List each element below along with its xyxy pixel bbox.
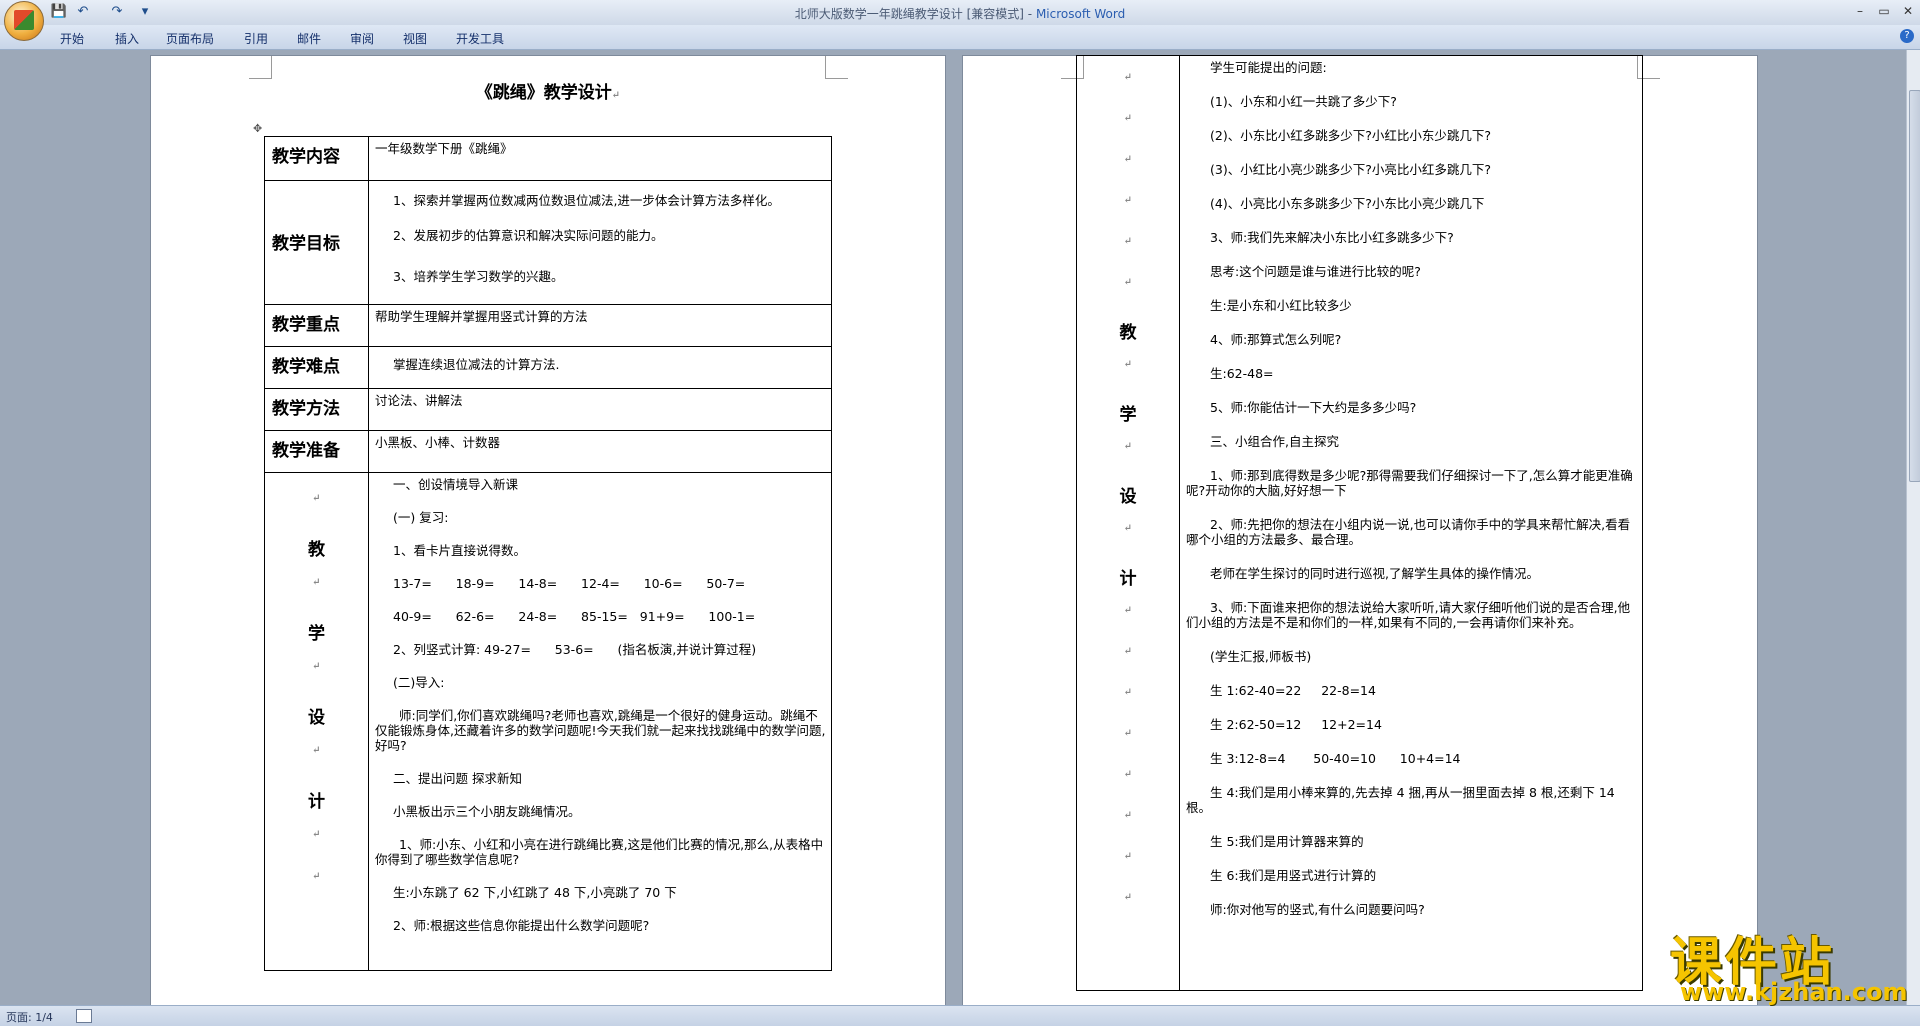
tab-home[interactable]: 开始: [60, 30, 84, 47]
document-page-2[interactable]: ↵ ↵ ↵ ↵ ↵ ↵ 教 ↵ 学 ↵ 设 ↵ 计 ↵ ↵ ↵ ↵ ↵ ↵ ↵ …: [963, 55, 1757, 1005]
margin-corner: [249, 56, 272, 79]
tab-references[interactable]: 引用: [244, 30, 268, 47]
table-row: 教学准备 小黑板、小棒、计数器: [264, 430, 832, 473]
proofing-status-icon[interactable]: [76, 1009, 92, 1023]
tab-review[interactable]: 审阅: [350, 30, 374, 47]
table-row: 教学重点 帮助学生理解并掌握用竖式计算的方法: [264, 304, 832, 347]
help-icon[interactable]: ?: [1900, 29, 1914, 43]
row-content: 1、探索并掌握两位数减两位数退位减法,进一步体会计算方法多样化。 2、发展初步的…: [368, 180, 832, 305]
table-row: 教学内容 一年级数学下册《跳绳》: [264, 136, 832, 181]
tab-mailings[interactable]: 邮件: [297, 30, 321, 47]
design-label: ↵ 教 ↵ 学 ↵ 设 ↵ 计 ↵ ↵: [264, 472, 369, 971]
lesson-plan-table: 教学内容 一年级数学下册《跳绳》 教学目标 1、探索并掌握两位数减两位数退位减法…: [264, 136, 832, 971]
title-bar: 💾 ↶ ↷ ▾ 北师大版数学一年跳绳教学设计 [兼容模式] - Microsof…: [0, 0, 1920, 41]
close-button[interactable]: ✕: [1896, 2, 1920, 20]
row-label: 教学难点: [264, 346, 369, 389]
design-content: 学生可能提出的问题: (1)、小东和小红一共跳了多少下? (2)、小东比小红多跳…: [1179, 55, 1643, 991]
ribbon-tabs: 开始 插入 页面布局 引用 邮件 审阅 视图 开发工具 ?: [0, 25, 1920, 50]
vertical-scrollbar[interactable]: [1906, 50, 1920, 1005]
maximize-button[interactable]: ▭: [1872, 2, 1896, 20]
table-row: 教学方法 讨论法、讲解法: [264, 388, 832, 431]
status-bar: 页面: 1/4: [0, 1005, 1920, 1026]
watermark-logo: 课件站 www.kjzhan.com: [1670, 933, 1908, 1006]
table-move-handle-icon[interactable]: ✥: [253, 122, 262, 135]
margin-corner: [825, 56, 848, 79]
row-label: 教学重点: [264, 304, 369, 347]
document-workspace[interactable]: 《跳绳》教学设计↵ ✥ 教学内容 一年级数学下册《跳绳》 教学目标 1、探索并掌…: [0, 50, 1906, 1005]
document-title: 《跳绳》教学设计↵: [475, 83, 621, 103]
row-content: 帮助学生理解并掌握用竖式计算的方法: [368, 304, 832, 347]
row-label: 教学准备: [264, 430, 369, 473]
row-content: 掌握连续退位减法的计算方法.: [368, 346, 832, 389]
table-row: 教学难点 掌握连续退位减法的计算方法.: [264, 346, 832, 389]
tab-developer[interactable]: 开发工具: [456, 30, 504, 47]
row-label: 教学内容: [264, 136, 369, 181]
lesson-plan-table-continued: ↵ ↵ ↵ ↵ ↵ ↵ 教 ↵ 学 ↵ 设 ↵ 计 ↵ ↵ ↵ ↵ ↵ ↵ ↵ …: [1076, 55, 1643, 991]
tab-insert[interactable]: 插入: [115, 30, 139, 47]
design-label: ↵ ↵ ↵ ↵ ↵ ↵ 教 ↵ 学 ↵ 设 ↵ 计 ↵ ↵ ↵ ↵ ↵ ↵ ↵ …: [1076, 55, 1180, 991]
tab-view[interactable]: 视图: [403, 30, 427, 47]
scrollbar-thumb[interactable]: [1909, 90, 1920, 482]
minimize-button[interactable]: –: [1848, 2, 1872, 20]
page-indicator[interactable]: 页面: 1/4: [6, 1009, 53, 1025]
office-button[interactable]: [4, 1, 44, 41]
office-logo-icon: [14, 10, 34, 30]
row-content: 小黑板、小棒、计数器: [368, 430, 832, 473]
row-label: 教学目标: [264, 180, 369, 305]
row-label: 教学方法: [264, 388, 369, 431]
document-page-1[interactable]: 《跳绳》教学设计↵ ✥ 教学内容 一年级数学下册《跳绳》 教学目标 1、探索并掌…: [151, 56, 945, 1005]
row-content: 一年级数学下册《跳绳》: [368, 136, 832, 181]
window-title: 北师大版数学一年跳绳教学设计 [兼容模式] - Microsoft Word: [794, 7, 1126, 21]
tab-page-layout[interactable]: 页面布局: [166, 30, 214, 47]
row-content: 讨论法、讲解法: [368, 388, 832, 431]
table-row: ↵ ↵ ↵ ↵ ↵ ↵ 教 ↵ 学 ↵ 设 ↵ 计 ↵ ↵ ↵ ↵ ↵ ↵ ↵ …: [1076, 55, 1643, 991]
table-row: 教学目标 1、探索并掌握两位数减两位数退位减法,进一步体会计算方法多样化。 2、…: [264, 180, 832, 305]
table-row: ↵ 教 ↵ 学 ↵ 设 ↵ 计 ↵ ↵ 一、创设情境导入新课 (一) 复习: 1…: [264, 472, 832, 971]
design-content: 一、创设情境导入新课 (一) 复习: 1、看卡片直接说得数。 13-7= 18-…: [368, 472, 832, 971]
